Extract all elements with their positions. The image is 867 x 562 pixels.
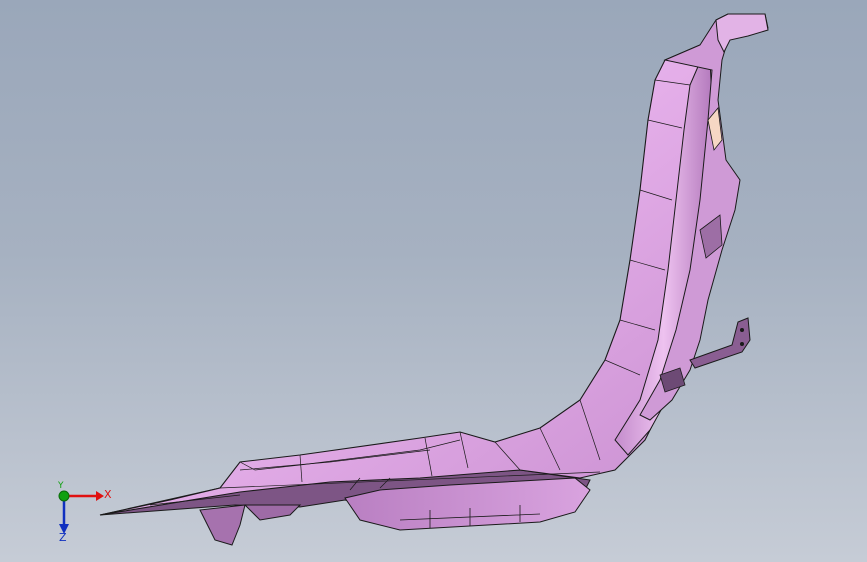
coordinate-triad: X Y Z xyxy=(44,480,124,550)
z-axis-label: Z xyxy=(59,531,67,544)
front-tab xyxy=(199,504,246,546)
top-hook xyxy=(715,13,769,54)
x-axis-label: X xyxy=(104,488,112,501)
triad-arrows-icon xyxy=(58,490,104,534)
y-axis-label: Y xyxy=(58,481,64,491)
graphics-viewport[interactable]: X Y Z xyxy=(0,0,867,562)
seat-frame-model[interactable] xyxy=(0,0,867,562)
